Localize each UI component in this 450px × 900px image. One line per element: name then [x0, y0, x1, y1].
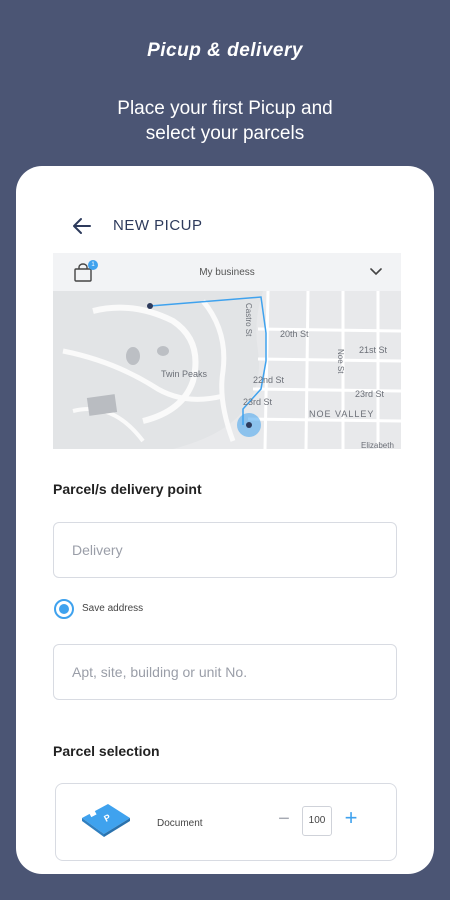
business-selector[interactable]: 1 My business [53, 253, 401, 291]
top-bar: NEW PICUP [16, 208, 434, 244]
delivery-section-title: Parcel/s delivery point [53, 481, 202, 497]
parcel-type-label: Document [157, 818, 203, 829]
map-label-noe-valley: NOE VALLEY [309, 409, 375, 419]
page-title: NEW PICUP [113, 217, 203, 234]
unit-input[interactable] [54, 645, 396, 699]
map-label-20th: 20th St [280, 329, 309, 339]
map-background [53, 291, 401, 449]
document-parcel-icon: P [82, 804, 130, 837]
increase-quantity-button[interactable]: + [340, 807, 362, 830]
map-label-23rd: 23rd St [243, 397, 273, 407]
quantity-field[interactable]: 100 [302, 806, 332, 836]
chevron-down-icon[interactable] [369, 265, 383, 279]
save-address-radio[interactable] [54, 599, 74, 619]
map-label-21st: 21st St [359, 345, 388, 355]
parcel-item-document[interactable]: P Document − 100 + [55, 783, 397, 861]
map-label-elizabeth: Elizabeth [361, 441, 394, 449]
hero-subtitle-line2: select your parcels [145, 123, 305, 144]
map-label-twin-peaks: Twin Peaks [161, 369, 208, 379]
map-label-22nd: 22nd St [253, 375, 285, 385]
hero-subtitle-line1: Place your first Picup and [117, 98, 333, 119]
phone-screen-card: NEW PICUP 1 My business Castro St 20th S… [16, 166, 434, 874]
map-label-23rd-east: 23rd St [355, 389, 385, 399]
delivery-field[interactable] [53, 522, 397, 578]
parcel-section-title: Parcel selection [53, 743, 160, 759]
map-label-noe: Noe St [336, 349, 345, 374]
arrow-left-icon[interactable] [70, 214, 94, 238]
business-name: My business [199, 267, 255, 278]
route-map[interactable]: Castro St 20th St 21st St 22nd St 23rd S… [53, 291, 401, 449]
map-label-castro: Castro St [244, 303, 253, 337]
decrease-quantity-button[interactable]: − [274, 809, 294, 830]
hero-title: Picup & delivery [147, 40, 303, 61]
unit-field[interactable] [53, 644, 397, 700]
hero-subtitle: Place your first Picup and select your p… [0, 96, 450, 146]
delivery-input[interactable] [54, 523, 396, 577]
save-address-label: Save address [82, 603, 144, 614]
